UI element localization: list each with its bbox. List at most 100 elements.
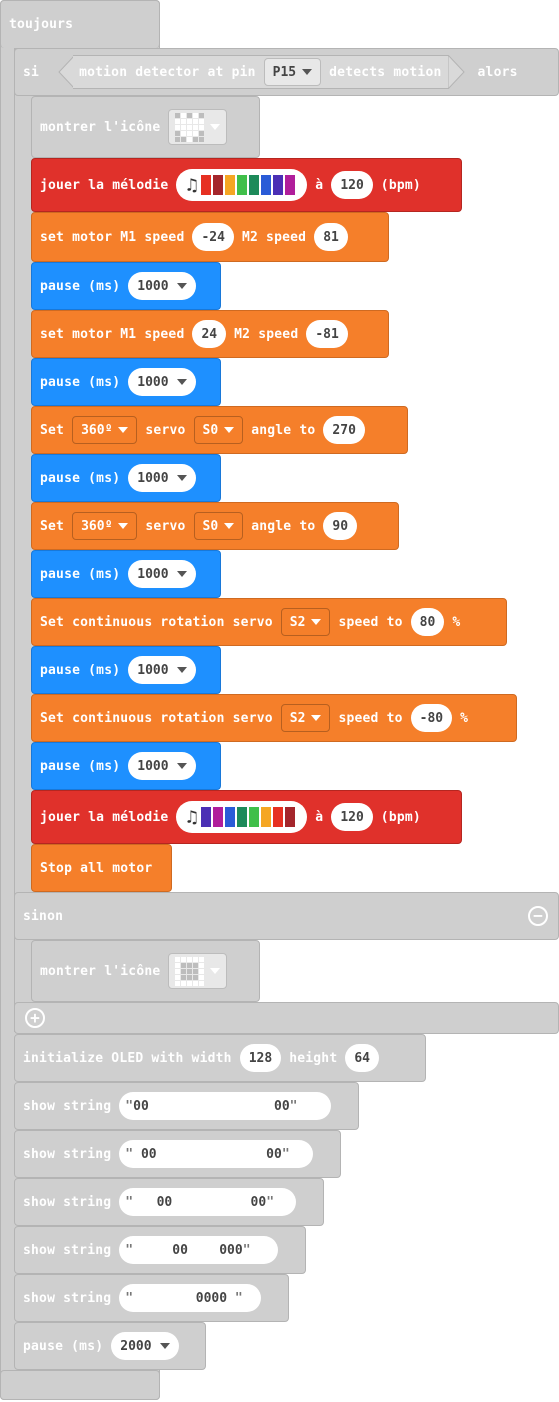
string-input[interactable]: " 00 00 ": [119, 1092, 332, 1120]
string-value: 0000: [133, 1290, 235, 1306]
add-else-icon[interactable]: +: [25, 1008, 45, 1028]
chevron-down-icon: [176, 571, 187, 577]
servo-type-dropdown[interactable]: 360º: [72, 512, 138, 540]
forever-block-header[interactable]: toujours: [0, 0, 160, 48]
heart-icon: [175, 112, 205, 142]
continuous-servo-block[interactable]: Set continuous rotation servo S2 speed t…: [31, 598, 507, 646]
pause-label: pause (ms): [40, 278, 121, 294]
string-input[interactable]: " 00 000 ": [119, 1236, 279, 1264]
if-block-footer[interactable]: +: [14, 1002, 559, 1034]
if-block-header[interactable]: si motion detector at pin P15 detects mo…: [14, 48, 559, 96]
melody-note: [225, 807, 236, 827]
servo-pin-dropdown[interactable]: S0: [193, 512, 244, 540]
string-input[interactable]: " 00 00 ": [119, 1188, 297, 1216]
play-melody-block[interactable]: jouer la mélodie ♫ à 120 (bpm): [31, 790, 462, 844]
pause-block[interactable]: pause (ms) 1000: [31, 742, 221, 790]
oled-init-block[interactable]: initialize OLED with width 128 height 64: [14, 1034, 426, 1082]
melody-picker[interactable]: ♫: [176, 801, 308, 833]
melody-note: [261, 175, 272, 195]
pause-value: 1000: [137, 278, 169, 294]
m2-speed-input[interactable]: 81: [314, 223, 348, 251]
pause-block[interactable]: pause (ms) 1000: [31, 550, 221, 598]
show-string-block[interactable]: show string " 00 000 ": [14, 1226, 306, 1274]
servo-pin-value: S2: [289, 614, 306, 630]
continuous-servo-block[interactable]: Set continuous rotation servo S2 speed t…: [31, 694, 517, 742]
chevron-down-icon: [302, 69, 313, 75]
if-block[interactable]: [14, 48, 28, 1032]
servo-type-value: 360º: [81, 422, 113, 438]
pause-block[interactable]: pause (ms) 1000: [31, 646, 221, 694]
pause-dropdown[interactable]: 1000: [128, 368, 196, 396]
stop-all-motor-block[interactable]: Stop all motor: [31, 844, 172, 892]
melody-note: [285, 807, 296, 827]
open-quote: ": [125, 1290, 134, 1306]
servo-type-dropdown[interactable]: 360º: [72, 416, 138, 444]
melody-note: [285, 175, 296, 195]
play-melody-block[interactable]: jouer la mélodie ♫ à 120 (bpm): [31, 158, 462, 212]
chevron-down-icon: [176, 379, 187, 385]
speed-input[interactable]: -80: [410, 704, 453, 732]
pause-block[interactable]: pause (ms) 1000: [31, 262, 221, 310]
m1-speed-input[interactable]: 24: [192, 320, 227, 348]
melody-note: [213, 807, 224, 827]
pause-dropdown[interactable]: 2000: [111, 1332, 179, 1360]
set-motor-block[interactable]: set motor M1 speed 24 M2 speed -81: [31, 310, 389, 358]
servo-pin-dropdown[interactable]: S2: [280, 704, 331, 732]
pause-value: 1000: [137, 374, 169, 390]
m2-speed-input[interactable]: -81: [306, 320, 348, 348]
pause-dropdown[interactable]: 1000: [128, 656, 196, 684]
pause-dropdown[interactable]: 1000: [128, 464, 196, 492]
m1-speed-input[interactable]: -24: [192, 223, 234, 251]
string-input[interactable]: " 00 00 ": [119, 1140, 314, 1168]
show-string-block[interactable]: show string " 00 00 ": [14, 1082, 359, 1130]
oled-width-input[interactable]: 128: [239, 1044, 282, 1072]
pause-block[interactable]: pause (ms) 1000: [31, 358, 221, 406]
chevron-down-icon: [311, 715, 322, 721]
tempo-input[interactable]: 120: [331, 171, 373, 199]
pause-block[interactable]: pause (ms) 2000: [14, 1322, 206, 1370]
music-note-icon: ♫: [186, 174, 198, 196]
pause-label: pause (ms): [40, 566, 121, 582]
servo-pin-dropdown[interactable]: S0: [193, 416, 244, 444]
motion-condition[interactable]: motion detector at pin P15 detects motio…: [73, 55, 448, 89]
oled-height-input[interactable]: 64: [345, 1044, 380, 1072]
set-motor-block[interactable]: set motor M1 speed -24 M2 speed 81: [31, 212, 389, 262]
servo-pin-dropdown[interactable]: S2: [280, 608, 331, 636]
else-header[interactable]: sinon −: [14, 892, 559, 940]
speed-input[interactable]: 80: [410, 608, 445, 636]
pause-block[interactable]: pause (ms) 1000: [31, 454, 221, 502]
icon-picker[interactable]: [168, 109, 228, 145]
angle-label: angle to: [251, 422, 316, 438]
chevron-down-icon: [224, 523, 235, 529]
string-input[interactable]: " 0000 ": [119, 1284, 262, 1312]
pause-dropdown[interactable]: 1000: [128, 752, 196, 780]
angle-input[interactable]: 90: [323, 512, 358, 540]
show-icon-block[interactable]: montrer l'icône: [31, 940, 260, 1002]
pin-dropdown[interactable]: P15: [263, 58, 322, 86]
show-string-block[interactable]: show string " 00 00 ": [14, 1178, 324, 1226]
forever-block-footer[interactable]: [0, 1370, 160, 1400]
close-quote: ": [281, 1146, 290, 1162]
pause-value: 1000: [137, 566, 169, 582]
servo-label: servo: [145, 422, 186, 438]
motor-m1-label: set motor M1 speed: [40, 229, 185, 245]
pause-dropdown[interactable]: 1000: [128, 560, 196, 588]
icon-picker[interactable]: [168, 953, 228, 989]
pause-dropdown[interactable]: 1000: [128, 272, 196, 300]
remove-else-icon[interactable]: −: [528, 906, 548, 926]
angle-input[interactable]: 270: [323, 416, 365, 444]
blank-led-icon: [175, 956, 205, 986]
servo-angle-block[interactable]: Set 360º servo S0 angle to 270: [31, 406, 408, 454]
show-icon-label: montrer l'icône: [40, 963, 161, 979]
show-string-block[interactable]: show string " 00 00 ": [14, 1130, 341, 1178]
show-string-label: show string: [23, 1242, 112, 1258]
bpm-label: (bpm): [380, 809, 421, 825]
melody-picker[interactable]: ♫: [176, 169, 308, 201]
show-icon-block[interactable]: montrer l'icône: [31, 96, 260, 158]
tempo-input[interactable]: 120: [331, 803, 373, 831]
condition-left-edge: [58, 55, 76, 89]
oled-height-label: height: [289, 1050, 338, 1066]
show-string-block[interactable]: show string " 0000 ": [14, 1274, 289, 1322]
servo-angle-block[interactable]: Set 360º servo S0 angle to 90: [31, 502, 399, 550]
melody-note: [237, 175, 248, 195]
